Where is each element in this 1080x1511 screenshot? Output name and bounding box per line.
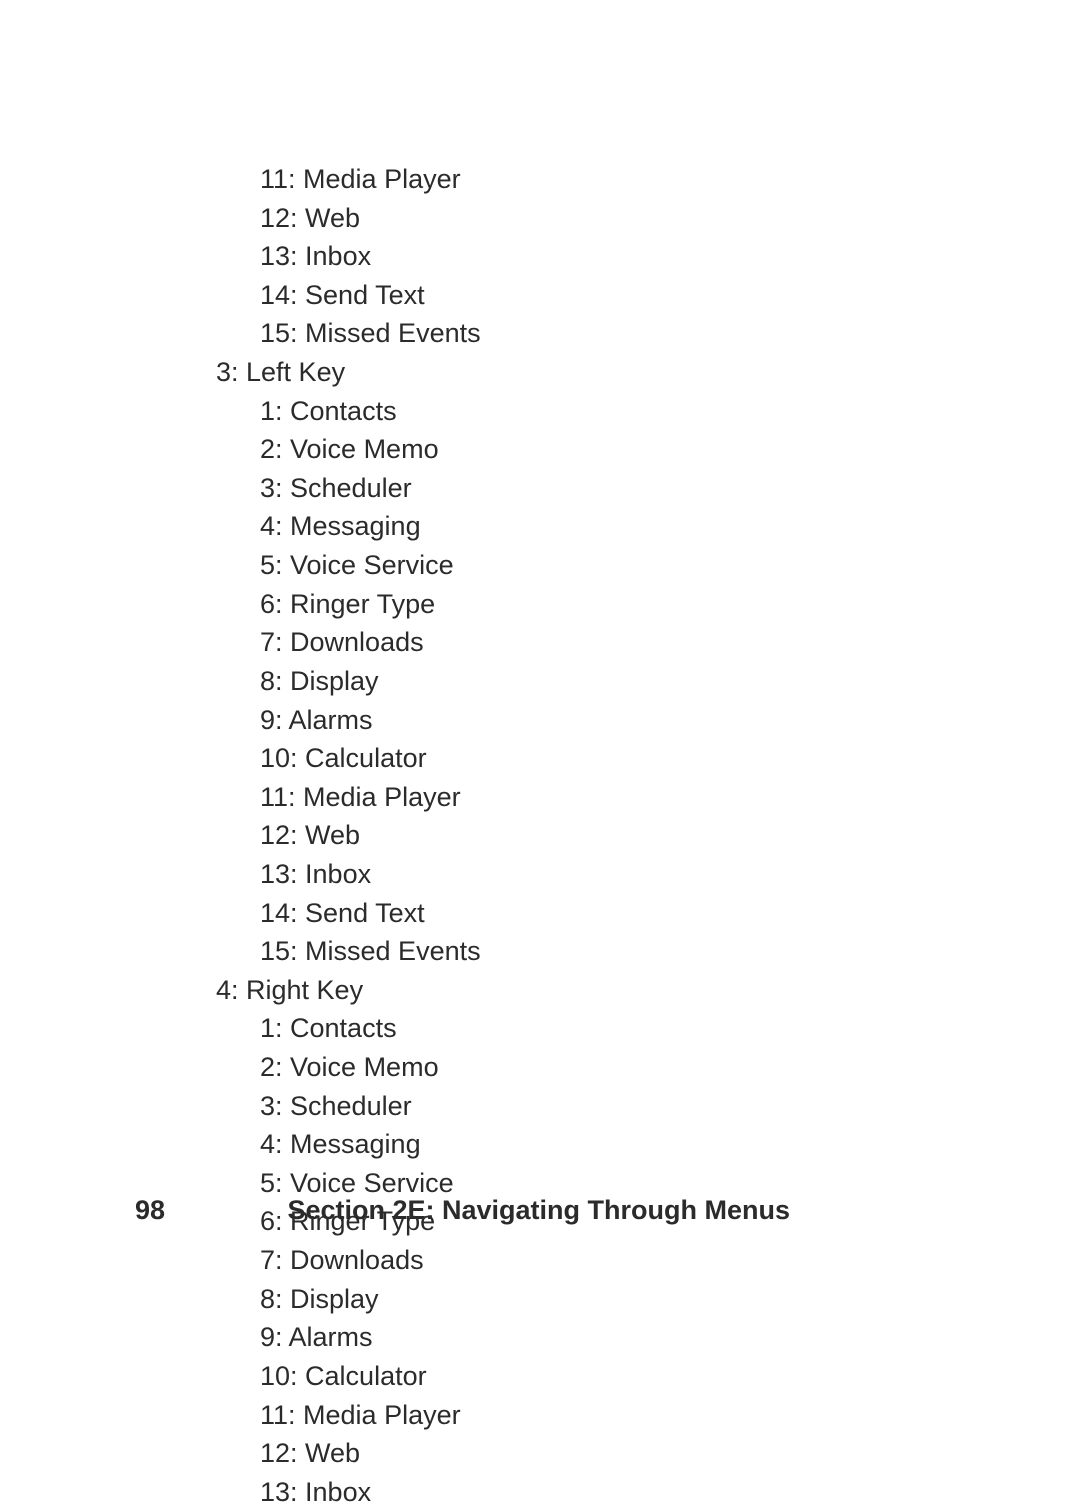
list-item: 15: Missed Events bbox=[216, 932, 960, 971]
list-item: 9: Alarms bbox=[216, 1318, 960, 1357]
list-item: 1: Contacts bbox=[216, 392, 960, 431]
list-item: 15: Missed Events bbox=[216, 314, 960, 353]
page-number: 98 bbox=[135, 1195, 165, 1226]
page-footer: 98 Section 2E: Navigating Through Menus bbox=[0, 1195, 1080, 1226]
menu-list: 11: Media Player 12: Web 13: Inbox 14: S… bbox=[216, 160, 960, 1511]
list-item: 11: Media Player bbox=[216, 1396, 960, 1435]
list-item: 12: Web bbox=[216, 199, 960, 238]
list-item: 10: Calculator bbox=[216, 739, 960, 778]
list-item: 11: Media Player bbox=[216, 778, 960, 817]
section-header-right-key: 4: Right Key bbox=[216, 971, 960, 1010]
list-item: 3: Scheduler bbox=[216, 469, 960, 508]
list-item: 8: Display bbox=[216, 1280, 960, 1319]
list-item: 13: Inbox bbox=[216, 237, 960, 276]
list-item: 11: Media Player bbox=[216, 160, 960, 199]
list-item: 7: Downloads bbox=[216, 623, 960, 662]
list-item: 8: Display bbox=[216, 662, 960, 701]
list-item: 7: Downloads bbox=[216, 1241, 960, 1280]
list-item: 14: Send Text bbox=[216, 276, 960, 315]
list-item: 2: Voice Memo bbox=[216, 430, 960, 469]
page-content: 11: Media Player 12: Web 13: Inbox 14: S… bbox=[0, 0, 1080, 1511]
list-item: 1: Contacts bbox=[216, 1009, 960, 1048]
list-item: 4: Messaging bbox=[216, 1125, 960, 1164]
section-title: Section 2E: Navigating Through Menus bbox=[287, 1195, 790, 1226]
list-item: 3: Scheduler bbox=[216, 1087, 960, 1126]
list-item: 10: Calculator bbox=[216, 1357, 960, 1396]
list-item: 13: Inbox bbox=[216, 855, 960, 894]
list-item: 4: Messaging bbox=[216, 507, 960, 546]
list-item: 12: Web bbox=[216, 816, 960, 855]
list-item: 2: Voice Memo bbox=[216, 1048, 960, 1087]
list-item: 12: Web bbox=[216, 1434, 960, 1473]
list-item: 13: Inbox bbox=[216, 1473, 960, 1511]
list-item: 6: Ringer Type bbox=[216, 585, 960, 624]
list-item: 5: Voice Service bbox=[216, 546, 960, 585]
section-header-left-key: 3: Left Key bbox=[216, 353, 960, 392]
list-item: 14: Send Text bbox=[216, 894, 960, 933]
list-item: 9: Alarms bbox=[216, 701, 960, 740]
